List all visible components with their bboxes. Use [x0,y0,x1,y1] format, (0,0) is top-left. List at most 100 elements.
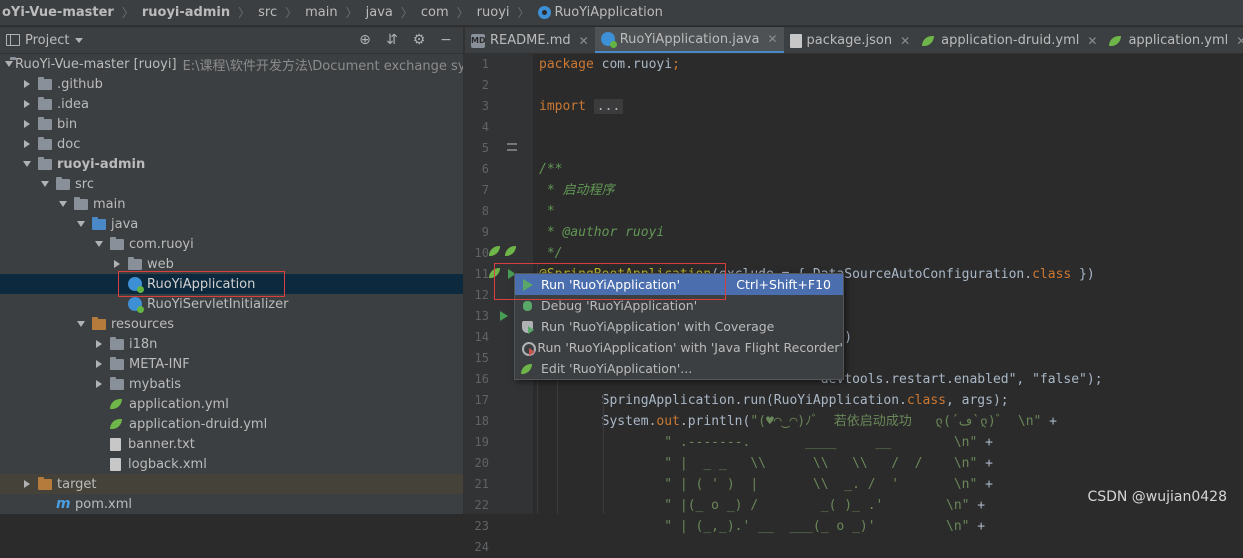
breadcrumb-item[interactable]: com [419,0,451,25]
expanded-arrow-icon[interactable] [22,159,32,169]
code-line: package com.ruoyi; [539,54,680,75]
collapsed-arrow-icon[interactable] [94,379,104,389]
expanded-arrow-icon[interactable] [58,199,68,209]
tree-item-label: main [93,196,126,212]
breadcrumb-item[interactable]: src [256,0,279,25]
breadcrumb-item[interactable]: ruoyi [475,0,512,25]
line-number: 10 [474,246,489,260]
line-number: 24 [474,540,489,554]
breadcrumb-item[interactable]: oYi-Vue-master [0,0,116,25]
editor-tab[interactable]: application-druid.yml ✕ [916,27,1103,53]
tree-item[interactable]: i18n [0,334,463,354]
menu-item[interactable]: Edit 'RuoYiApplication'... [515,358,843,379]
tree-item[interactable]: .github [0,74,463,94]
editor-tab[interactable]: application.yml ✕ [1103,27,1243,53]
project-panel-title[interactable]: Project [25,33,69,48]
editor-tab[interactable]: MD README.md ✕ [465,27,595,53]
tree-item[interactable]: m pom.xml [0,494,463,514]
breadcrumb-item[interactable]: RuoYiApplication [536,0,665,25]
tree-item-label: logback.xml [128,456,207,472]
spring-bean-icon[interactable] [489,245,501,257]
highlight-box-menu [494,263,726,300]
markdown-icon: MD [471,33,486,48]
spring-boot-icon[interactable] [505,245,517,257]
tree-item[interactable]: RuoYiServletInitializer [0,294,463,314]
editor-tab[interactable]: RuoYiApplication.java ✕ [594,27,784,53]
tree-item[interactable]: logback.xml [0,454,463,474]
code-line: import ... [539,96,624,117]
code-token: }) [1071,267,1095,282]
breadcrumb-item[interactable]: java [364,0,395,25]
line-number: 13 [474,309,489,323]
collapsed-arrow-icon[interactable] [22,79,32,89]
tree-item[interactable]: application.yml [0,394,463,414]
collapsed-arrow-icon[interactable] [94,359,104,369]
tree-item[interactable]: main [0,194,463,214]
line-number: 17 [474,393,489,407]
code-token: */ [539,246,563,261]
spring-config-icon [110,398,124,410]
line-number: 9 [481,225,489,239]
breadcrumb: oYi-Vue-master 〉 ruoyi-admin 〉 src 〉 main 〉 java… [0,0,1243,26]
tree-item[interactable]: bin [0,114,463,134]
tree-item[interactable]: banner.txt [0,434,463,454]
tree-item[interactable]: RuoYi-Vue-master [ruoyi] E:\课程\软件开发方法\Doc… [0,54,463,74]
code-token: ... [593,99,624,114]
close-icon[interactable]: ✕ [1236,34,1243,48]
collapsed-arrow-icon[interactable] [22,99,32,109]
line-number: 3 [481,99,489,113]
close-icon[interactable]: ✕ [579,34,589,48]
tree-item[interactable]: ruoyi-admin [0,154,463,174]
line-number: 6 [481,162,489,176]
breadcrumb-label: oYi-Vue-master [2,5,114,20]
locate-icon[interactable]: ⊕ [356,31,374,49]
expanded-arrow-icon[interactable] [94,239,104,249]
tree-item[interactable]: java [0,214,463,234]
tree-item[interactable]: resources [0,314,463,334]
tree-item[interactable]: application-druid.yml [0,414,463,434]
gear-icon[interactable]: ⚙ [410,31,428,49]
collapsed-arrow-icon[interactable] [94,339,104,349]
collapsed-arrow-icon[interactable] [22,479,32,489]
line-number: 22 [474,498,489,512]
close-icon[interactable]: ✕ [767,32,777,46]
breadcrumb-label: RuoYiApplication [554,5,663,20]
tree-item[interactable]: target [0,474,463,494]
close-icon[interactable]: ✕ [1087,34,1097,48]
breadcrumb-item[interactable]: ruoyi-admin [140,0,232,25]
line-number: 20 [474,456,489,470]
line-number: 12 [474,288,489,302]
code-token: " | ( ' ) | \\ _. / ' \n" [539,477,978,492]
close-icon[interactable]: ✕ [900,34,910,48]
editor-tab[interactable]: package.json ✕ [784,27,917,53]
menu-item[interactable]: Run 'RuoYiApplication' with Coverage [515,316,843,337]
tree-item-label: banner.txt [128,436,195,452]
code-token: " | _ _ \\ \\ \\ / / \n" [539,456,978,471]
collapsed-arrow-icon[interactable] [22,119,32,129]
edit-config-icon [521,362,535,376]
line-number: 18 [474,414,489,428]
tree-item[interactable]: META-INF [0,354,463,374]
chevron-down-icon[interactable] [75,37,84,43]
tree-item[interactable]: src [0,174,463,194]
expanded-arrow-icon[interactable] [40,179,50,189]
run-gutter-icon[interactable] [500,311,508,321]
menu-item[interactable]: Run 'RuoYiApplication' with 'Java Flight… [515,337,843,358]
tree-item-label: bin [57,116,78,132]
tree-item-label: pom.xml [75,496,132,512]
tree-item-label: java [111,216,139,232]
breadcrumb-item[interactable]: main [303,0,339,25]
tree-item[interactable]: doc [0,134,463,154]
expanded-arrow-icon[interactable] [76,219,86,229]
tree-item[interactable]: com.ruoyi [0,234,463,254]
doc-comment-icon[interactable] [507,143,517,151]
collapse-all-icon[interactable]: ⇵ [383,31,401,49]
hide-icon[interactable]: − [437,31,455,49]
tree-item[interactable]: mybatis [0,374,463,394]
expanded-arrow-icon[interactable] [76,319,86,329]
collapsed-arrow-icon[interactable] [112,259,122,269]
collapsed-arrow-icon[interactable] [22,139,32,149]
breadcrumb-label: ruoyi [476,5,510,20]
tree-item[interactable]: .idea [0,94,463,114]
code-line: " | _ _ \\ \\ \\ / / \n" + [539,453,993,474]
